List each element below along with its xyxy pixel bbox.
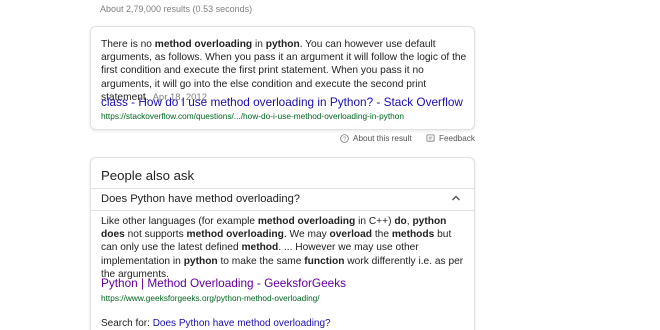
bold-text-segment: python (265, 39, 300, 50)
snippet-footer: ? About this result Feedback (340, 134, 487, 145)
bold-text-segment: methods (391, 229, 435, 241)
result-stats: About 2,79,000 results (0.53 seconds) (100, 4, 253, 14)
about-this-result-button[interactable]: ? About this result (340, 134, 412, 143)
chevron-up-icon[interactable] (451, 194, 461, 202)
snippet-result-title-link[interactable]: class - How do I use method overloading … (101, 95, 463, 109)
text-segment: There is no (101, 39, 155, 50)
text-segment: not supports (124, 229, 187, 241)
paa-question[interactable]: Does Python have method overloading? (101, 193, 300, 205)
search-for-row: Search for: Does Python have method over… (101, 318, 331, 329)
snippet-result-url: https://stackoverflow.com/questions/.../… (101, 111, 404, 121)
bold-text-segment: python (183, 255, 218, 267)
text-segment: Like other languages (for example (101, 216, 258, 227)
bold-text-segment: method overloading (257, 216, 356, 227)
bold-text-segment: function (304, 255, 345, 267)
text-segment: . We may (283, 229, 330, 241)
bold-text-segment: method (241, 242, 279, 254)
feedback-button[interactable]: Feedback (426, 134, 475, 143)
paa-result-url: https://www.geeksforgeeks.org/python-met… (101, 293, 320, 303)
paa-answer-text: Like other languages (for example method… (101, 215, 467, 281)
text-segment: to make the same (217, 255, 305, 267)
featured-snippet-card: There is no method overloading in python… (90, 26, 475, 130)
search-for-label: Search for: (101, 318, 150, 329)
paa-result-title-link[interactable]: Python | Method Overloading - GeeksforGe… (101, 276, 346, 290)
people-also-ask-heading: People also ask (101, 168, 195, 183)
feedback-icon (426, 134, 435, 142)
bold-text-segment: overload (329, 229, 373, 241)
bold-text-segment: do (394, 216, 407, 227)
text-segment: in C++) (355, 216, 395, 227)
help-circle-icon: ? (340, 134, 349, 143)
text-segment: the (372, 229, 392, 241)
divider (91, 210, 474, 211)
bold-text-segment: method overloading (186, 229, 284, 241)
about-this-result-label: About this result (353, 134, 412, 143)
search-results-page: About 2,79,000 results (0.53 seconds) Th… (0, 0, 660, 330)
search-for-link[interactable]: Does Python have method overloading? (153, 318, 331, 329)
feedback-label: Feedback (439, 134, 475, 143)
people-also-ask-card: People also ask Does Python have method … (90, 157, 475, 330)
divider (91, 188, 474, 189)
bold-text-segment: method overloading (154, 39, 253, 50)
text-segment: in (252, 39, 266, 50)
